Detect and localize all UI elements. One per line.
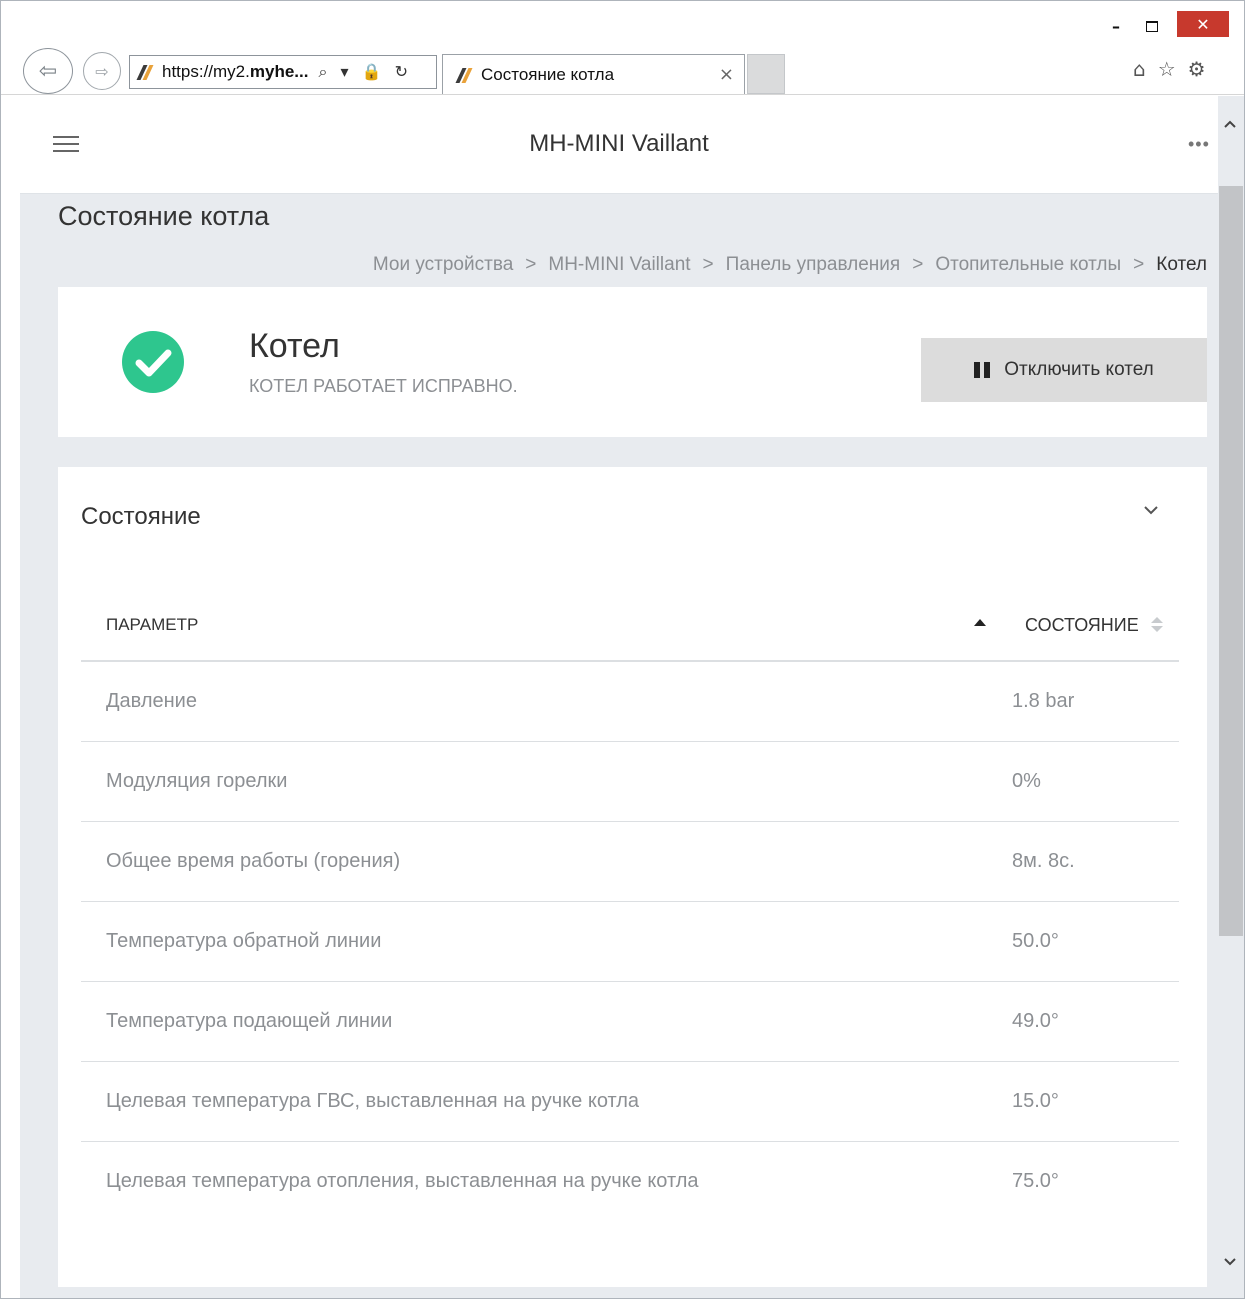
table-row: Целевая температура ГВС, выставленная на… <box>81 1062 1179 1142</box>
breadcrumb-item-boilers[interactable]: Отопительные котлы <box>935 254 1121 275</box>
browser-tab[interactable]: Состояние котла × <box>442 54 745 94</box>
row-value: 49.0° <box>1012 1010 1059 1032</box>
address-bar[interactable]: https://my2. myhe... ⌕ ▾ 🔒 ↻ <box>129 55 437 89</box>
device-status-message: КОТЕЛ РАБОТАЕТ ИСПРАВНО. <box>249 376 518 396</box>
table-row: Общее время работы (горения) 8м. 8с. <box>81 822 1179 902</box>
page-title: Состояние котла <box>58 201 270 231</box>
address-bar-icons[interactable]: ⌕ ▾ 🔒 ↻ <box>318 62 412 82</box>
table-header: ПАРАМЕТР СОСТОЯНИЕ <box>81 575 1179 662</box>
tab-close-icon[interactable]: × <box>719 64 734 85</box>
site-favicon-icon <box>136 64 154 80</box>
settings-gear-icon[interactable]: ⚙ <box>1188 57 1206 81</box>
section-title: Состояние <box>81 503 201 530</box>
browser-window: – ✕ ⇦ ⇨ https://my2. myhe... ⌕ ▾ 🔒 ↻ Сост… <box>0 0 1245 1299</box>
close-window-button[interactable]: ✕ <box>1177 11 1229 37</box>
arrow-right-icon: ⇨ <box>95 61 109 81</box>
pause-icon <box>974 362 991 378</box>
table-row: Температура подающей линии 49.0° <box>81 982 1179 1062</box>
breadcrumb-item-device[interactable]: MH-MINI Vaillant <box>548 254 690 275</box>
more-options-icon[interactable]: ••• <box>1188 134 1210 155</box>
disable-boiler-label: Отключить котел <box>1004 359 1154 380</box>
home-icon[interactable]: ⌂ <box>1133 57 1146 81</box>
sort-ascending-icon[interactable] <box>974 619 986 626</box>
scrollbar-thumb[interactable] <box>1219 186 1243 936</box>
state-panel: Состояние ПАРАМЕТР СОСТОЯНИЕ Давление 1.… <box>58 467 1207 1287</box>
app-header: MH-MINI Vaillant ••• <box>20 96 1218 194</box>
breadcrumb-item-current: Котел <box>1156 254 1207 275</box>
row-parameter: Целевая температура ГВС, выставленная на… <box>106 1090 640 1112</box>
breadcrumb-separator: > <box>525 254 537 275</box>
sort-icon[interactable] <box>1151 617 1163 633</box>
scroll-down-icon[interactable] <box>1224 1254 1236 1266</box>
app-title: MH-MINI Vaillant <box>529 130 709 157</box>
boiler-status-card: Котел КОТЕЛ РАБОТАЕТ ИСПРАВНО. Отключить… <box>58 287 1207 437</box>
check-circle-icon <box>122 331 184 393</box>
breadcrumb-separator: > <box>1133 254 1145 275</box>
table-row: Давление 1.8 bar <box>81 662 1179 742</box>
table-row: Целевая температура отопления, выставлен… <box>81 1142 1179 1222</box>
page-viewport: MH-MINI Vaillant ••• Состояние котла Мои… <box>20 96 1218 1298</box>
url-prefix: https://my2. <box>162 62 250 81</box>
row-value: 0% <box>1012 770 1041 792</box>
row-parameter: Целевая температура отопления, выставлен… <box>106 1170 699 1192</box>
new-tab-button[interactable] <box>747 54 785 94</box>
forward-button[interactable]: ⇨ <box>83 52 121 90</box>
minimize-button[interactable]: – <box>1099 11 1133 41</box>
maximize-button[interactable] <box>1135 11 1169 41</box>
column-header-state[interactable]: СОСТОЯНИЕ <box>1025 615 1139 636</box>
row-value: 75.0° <box>1012 1170 1059 1192</box>
url-host: myhe... <box>249 62 309 81</box>
device-name: Котел <box>249 327 340 365</box>
chevron-down-icon[interactable] <box>1144 503 1158 517</box>
tab-favicon-icon <box>455 67 473 83</box>
tab-title: Состояние котла <box>481 64 615 84</box>
disable-boiler-button[interactable]: Отключить котел <box>921 338 1207 402</box>
back-button[interactable]: ⇦ <box>23 48 73 94</box>
row-parameter: Общее время работы (горения) <box>106 850 401 872</box>
browser-chrome: – ✕ ⇦ ⇨ https://my2. myhe... ⌕ ▾ 🔒 ↻ Сост… <box>1 1 1244 95</box>
maximize-icon <box>1146 20 1158 32</box>
row-value: 50.0° <box>1012 930 1059 952</box>
row-value: 8м. 8с. <box>1012 850 1075 872</box>
row-parameter: Температура обратной линии <box>106 930 382 952</box>
breadcrumb-separator: > <box>912 254 924 275</box>
table-row: Модуляция горелки 0% <box>81 742 1179 822</box>
row-parameter: Температура подающей линии <box>106 1010 393 1032</box>
parameters-table: ПАРАМЕТР СОСТОЯНИЕ Давление 1.8 bar Моду… <box>81 575 1179 1222</box>
scroll-up-icon[interactable] <box>1224 118 1236 130</box>
row-value: 15.0° <box>1012 1090 1059 1112</box>
browser-toolbar: ⌂ ☆ ⚙ <box>1133 57 1206 81</box>
breadcrumb-item-control-panel[interactable]: Панель управления <box>726 254 901 275</box>
row-parameter: Давление <box>106 690 197 712</box>
breadcrumb: Мои устройства > MH-MINI Vaillant > Панель у… <box>373 254 1207 276</box>
row-value: 1.8 bar <box>1012 690 1075 712</box>
arrow-left-icon: ⇦ <box>38 58 58 84</box>
row-parameter: Модуляция горелки <box>106 770 288 792</box>
page-scrollbar[interactable] <box>1218 96 1244 1298</box>
table-row: Температура обратной линии 50.0° <box>81 902 1179 982</box>
breadcrumb-item-my-devices[interactable]: Мои устройства <box>373 254 513 275</box>
column-header-parameter[interactable]: ПАРАМЕТР <box>106 615 198 635</box>
breadcrumb-separator: > <box>702 254 714 275</box>
favorites-star-icon[interactable]: ☆ <box>1158 57 1176 81</box>
